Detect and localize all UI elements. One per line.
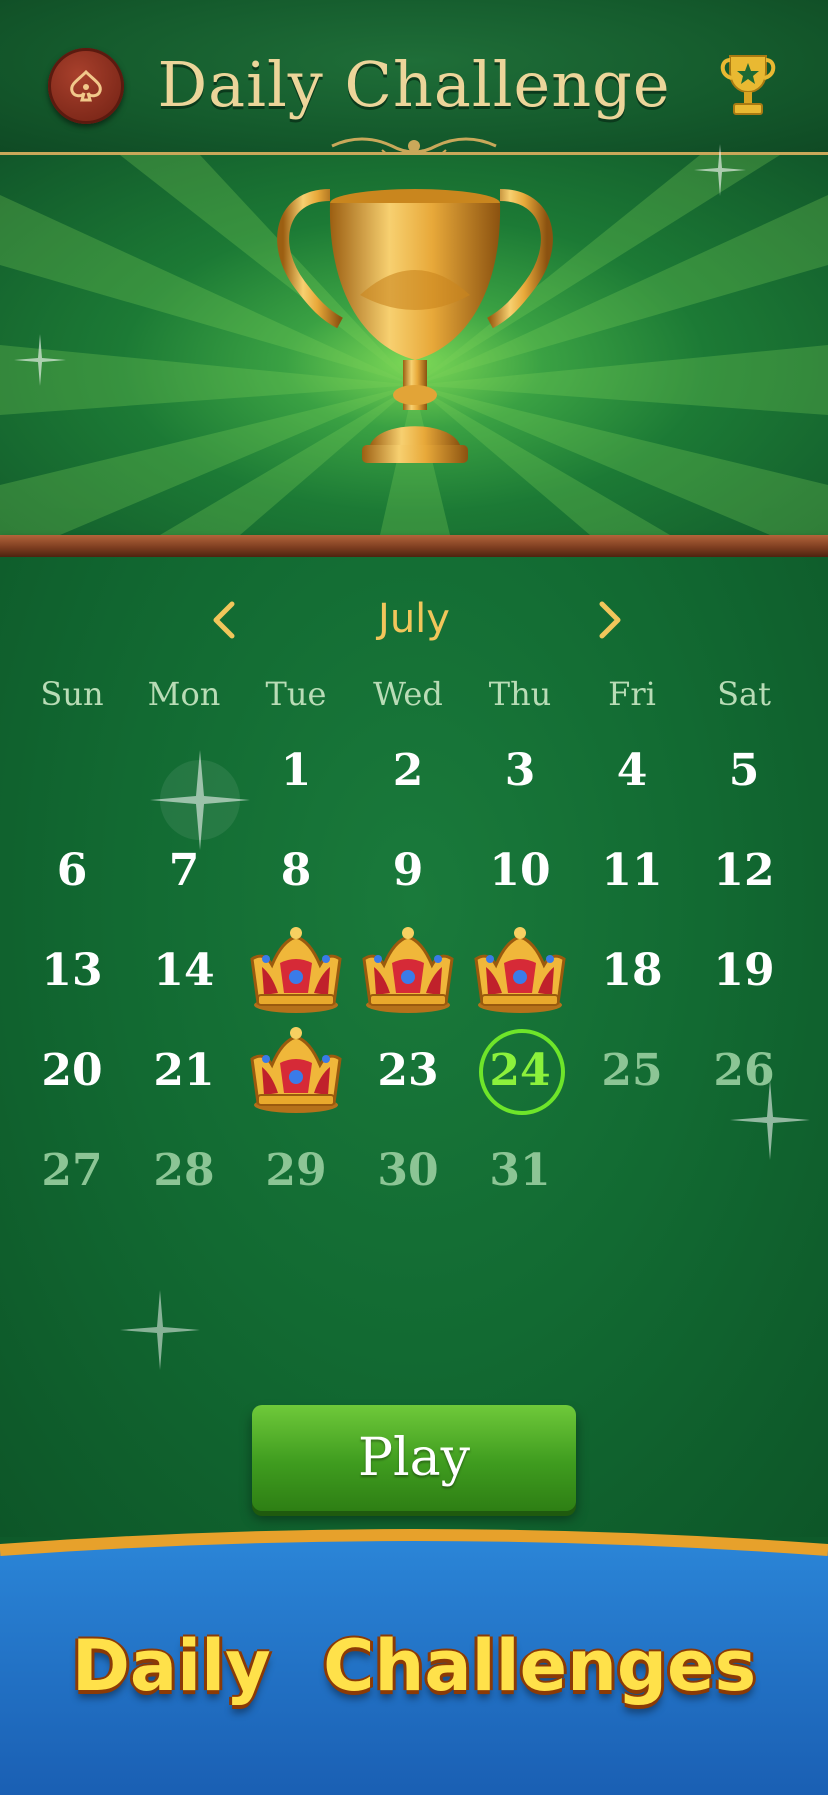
calendar-day[interactable]: 5 xyxy=(688,725,800,815)
calendar-day-today[interactable]: 24 xyxy=(464,1025,576,1115)
calendar-day[interactable]: 3 xyxy=(464,725,576,815)
month-navigator: July xyxy=(0,590,828,650)
weekday-label: Sun xyxy=(40,675,104,713)
calendar-day[interactable]: 13 xyxy=(16,925,128,1015)
calendar-day[interactable]: 30 xyxy=(352,1125,464,1215)
calendar-day-completed[interactable] xyxy=(464,925,576,1015)
calendar-day[interactable]: 21 xyxy=(128,1025,240,1115)
calendar-day[interactable]: 7 xyxy=(128,825,240,915)
calendar-day[interactable]: 2 xyxy=(352,725,464,815)
calendar-day[interactable]: 12 xyxy=(688,825,800,915)
crown-icon xyxy=(250,1027,342,1113)
calendar-day-completed[interactable] xyxy=(240,925,352,1015)
calendar-day[interactable]: 31 xyxy=(464,1125,576,1215)
crown-icon xyxy=(362,927,454,1013)
calendar-day[interactable]: 23 xyxy=(352,1025,464,1115)
calendar-day[interactable]: 25 xyxy=(576,1025,688,1115)
crown-icon xyxy=(474,927,566,1013)
crown-icon xyxy=(250,927,342,1013)
calendar-day[interactable]: 1 xyxy=(240,725,352,815)
gold-cup-icon xyxy=(277,189,553,463)
calendar-day-completed[interactable] xyxy=(240,1025,352,1115)
weekday-label: Sat xyxy=(717,675,771,713)
calendar-day-completed[interactable] xyxy=(352,925,464,1015)
calendar-day[interactable]: 19 xyxy=(688,925,800,1015)
calendar-day[interactable]: 26 xyxy=(688,1025,800,1115)
weekday-label: Thu xyxy=(488,675,552,713)
play-button[interactable]: Play xyxy=(252,1405,576,1511)
promo-banner-text: Daily Challenges xyxy=(71,1625,757,1707)
play-button-label: Play xyxy=(358,1428,470,1488)
calendar-day[interactable]: 20 xyxy=(16,1025,128,1115)
calendar-day[interactable]: 28 xyxy=(128,1125,240,1215)
weekday-label: Wed xyxy=(373,675,443,713)
month-label: July xyxy=(378,596,450,642)
calendar-day[interactable]: 4 xyxy=(576,725,688,815)
weekday-label: Fri xyxy=(608,675,656,713)
calendar-day[interactable]: 11 xyxy=(576,825,688,915)
trophy-hero xyxy=(0,155,828,535)
weekday-label: Mon xyxy=(147,675,221,713)
calendar-day[interactable]: 18 xyxy=(576,925,688,1015)
trophy-icon[interactable] xyxy=(718,50,778,122)
page-title: Daily Challenge xyxy=(157,48,671,121)
calendar-day[interactable]: 27 xyxy=(16,1125,128,1215)
calendar-day[interactable]: 8 xyxy=(240,825,352,915)
next-month-button[interactable] xyxy=(584,590,634,650)
wood-divider xyxy=(0,535,828,557)
calendar-day[interactable]: 29 xyxy=(240,1125,352,1215)
weekday-header: Sun Mon Tue Wed Thu Fri Sat xyxy=(0,675,828,725)
calendar-day[interactable]: 6 xyxy=(16,825,128,915)
calendar-day[interactable]: 9 xyxy=(352,825,464,915)
calendar-day[interactable]: 10 xyxy=(464,825,576,915)
day-number: 24 xyxy=(489,1044,551,1096)
weekday-label: Tue xyxy=(265,675,327,713)
header-bar: Daily Challenge xyxy=(0,0,828,157)
calendar-day[interactable]: 14 xyxy=(128,925,240,1015)
